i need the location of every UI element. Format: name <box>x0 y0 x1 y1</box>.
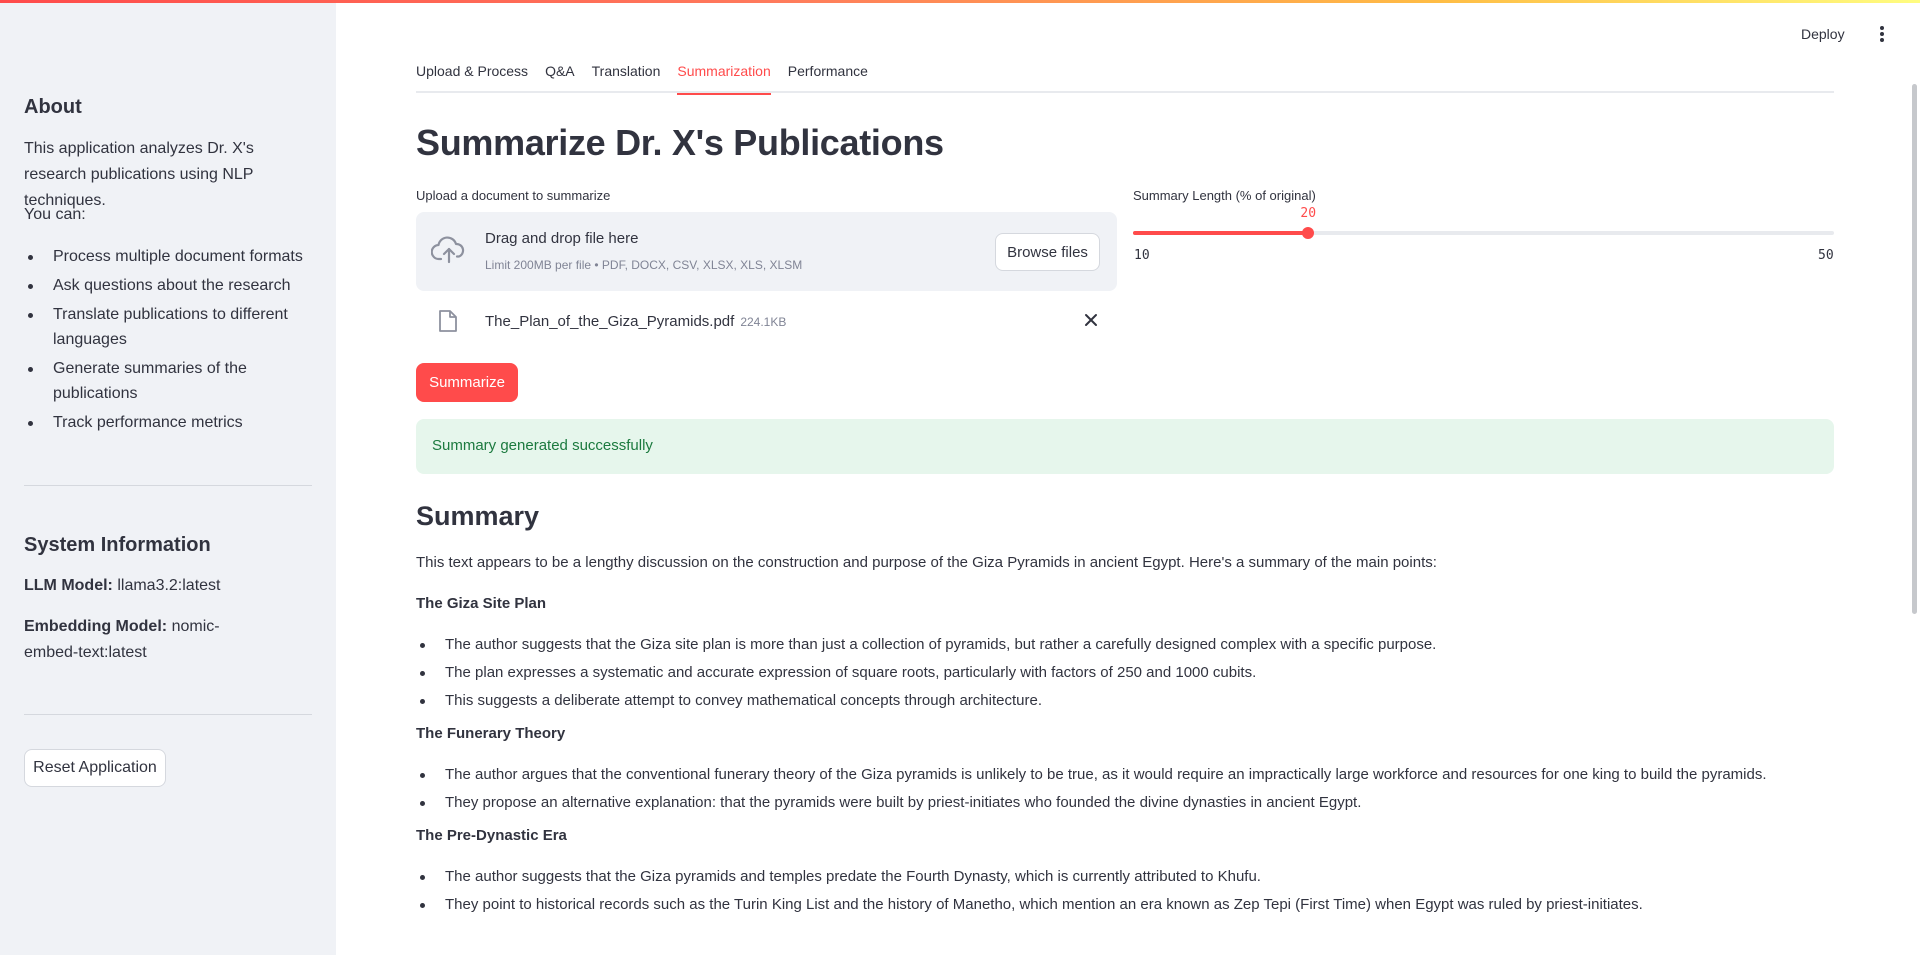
system-info-heading: System Information <box>24 534 211 556</box>
reset-application-button[interactable]: Reset Application <box>24 749 166 787</box>
feature-item: Process multiple document formats <box>24 244 312 269</box>
you-can-label: You can: <box>24 206 86 223</box>
list-item: The author suggests that the Giza site p… <box>416 635 1834 655</box>
file-icon <box>439 310 457 332</box>
tab-translation[interactable]: Translation <box>592 61 661 93</box>
about-heading: About <box>24 96 82 118</box>
dropzone-limits: Limit 200MB per file • PDF, DOCX, CSV, X… <box>485 258 803 272</box>
uploaded-file-row: The_Plan_of_the_Giza_Pyramids.pdf 224.1KB <box>416 303 1117 343</box>
list-item: This suggests a deliberate attempt to co… <box>416 691 1834 711</box>
summarize-button[interactable]: Summarize <box>416 363 518 402</box>
browse-files-button[interactable]: Browse files <box>995 233 1100 271</box>
tab-summarization[interactable]: Summarization <box>677 61 772 95</box>
page-title: Summarize Dr. X's Publications <box>416 122 944 163</box>
slider-fill <box>1133 231 1309 235</box>
embedding-model-label: Embedding Model: <box>24 618 168 635</box>
list-item: The author argues that the conventional … <box>416 765 1834 785</box>
deploy-button[interactable]: Deploy <box>1801 26 1845 42</box>
tab-bar: Upload & Process Q&A Translation Summari… <box>416 61 1834 95</box>
llm-model-info: LLM Model: llama3.2:latest <box>24 573 312 599</box>
cloud-upload-icon <box>431 236 465 264</box>
embedding-model-info: Embedding Model: nomic-embed-text:latest <box>24 614 264 666</box>
file-dropzone[interactable]: Drag and drop file here Limit 200MB per … <box>416 212 1117 291</box>
feature-item: Generate summaries of the publications <box>24 356 312 406</box>
section-title: The Funerary Theory <box>416 725 566 742</box>
summary-length-label: Summary Length (% of original) <box>1133 188 1316 203</box>
sidebar-divider <box>24 714 312 715</box>
close-icon[interactable] <box>1082 311 1100 329</box>
slider-value: 20 <box>1300 206 1317 221</box>
tab-performance[interactable]: Performance <box>788 61 868 93</box>
feature-list: Process multiple document formats Ask qu… <box>24 244 312 439</box>
file-name: The_Plan_of_the_Giza_Pyramids.pdf 224.1KB <box>485 313 786 330</box>
file-name-text: The_Plan_of_the_Giza_Pyramids.pdf <box>485 313 735 330</box>
section-title: The Giza Site Plan <box>416 595 547 612</box>
feature-item: Ask questions about the research <box>24 273 312 298</box>
upload-label: Upload a document to summarize <box>416 188 611 203</box>
summary-content: This text appears to be a lengthy discus… <box>416 553 1834 928</box>
kebab-menu-icon[interactable] <box>1875 26 1889 44</box>
file-size: 224.1KB <box>740 315 787 329</box>
main-scrollbar[interactable] <box>1912 84 1917 614</box>
feature-item: Translate publications to different lang… <box>24 302 312 352</box>
list-item: The author suggests that the Giza pyrami… <box>416 867 1834 887</box>
slider-max-label: 50 <box>1818 248 1834 263</box>
dropzone-title: Drag and drop file here <box>485 230 639 247</box>
summary-section: The Giza Site Plan The author suggests t… <box>416 594 1834 711</box>
summary-intro: This text appears to be a lengthy discus… <box>416 554 1437 571</box>
feature-item: Track performance metrics <box>24 410 312 435</box>
llm-model-label: LLM Model: <box>24 577 113 594</box>
sidebar: About This application analyzes Dr. X's … <box>0 0 336 955</box>
list-item: They propose an alternative explanation:… <box>416 793 1834 813</box>
summary-section: The Funerary Theory The author argues th… <box>416 724 1834 813</box>
summary-heading: Summary <box>416 501 540 531</box>
tab-upload-process[interactable]: Upload & Process <box>416 61 528 93</box>
slider-min-label: 10 <box>1134 248 1150 263</box>
summary-section: The Pre-Dynastic Era The author suggests… <box>416 826 1834 915</box>
tab-qa[interactable]: Q&A <box>545 61 575 93</box>
top-decoration-bar <box>0 0 1920 3</box>
section-title: The Pre-Dynastic Era <box>416 827 567 844</box>
list-item: They point to historical records such as… <box>416 895 1834 915</box>
success-alert: Summary generated successfully <box>416 419 1834 474</box>
sidebar-divider <box>24 485 312 486</box>
summary-length-slider[interactable]: 20 <box>1133 206 1834 239</box>
llm-model-value: llama3.2:latest <box>117 577 221 594</box>
slider-thumb[interactable] <box>1302 227 1315 239</box>
list-item: The plan expresses a systematic and accu… <box>416 663 1834 683</box>
